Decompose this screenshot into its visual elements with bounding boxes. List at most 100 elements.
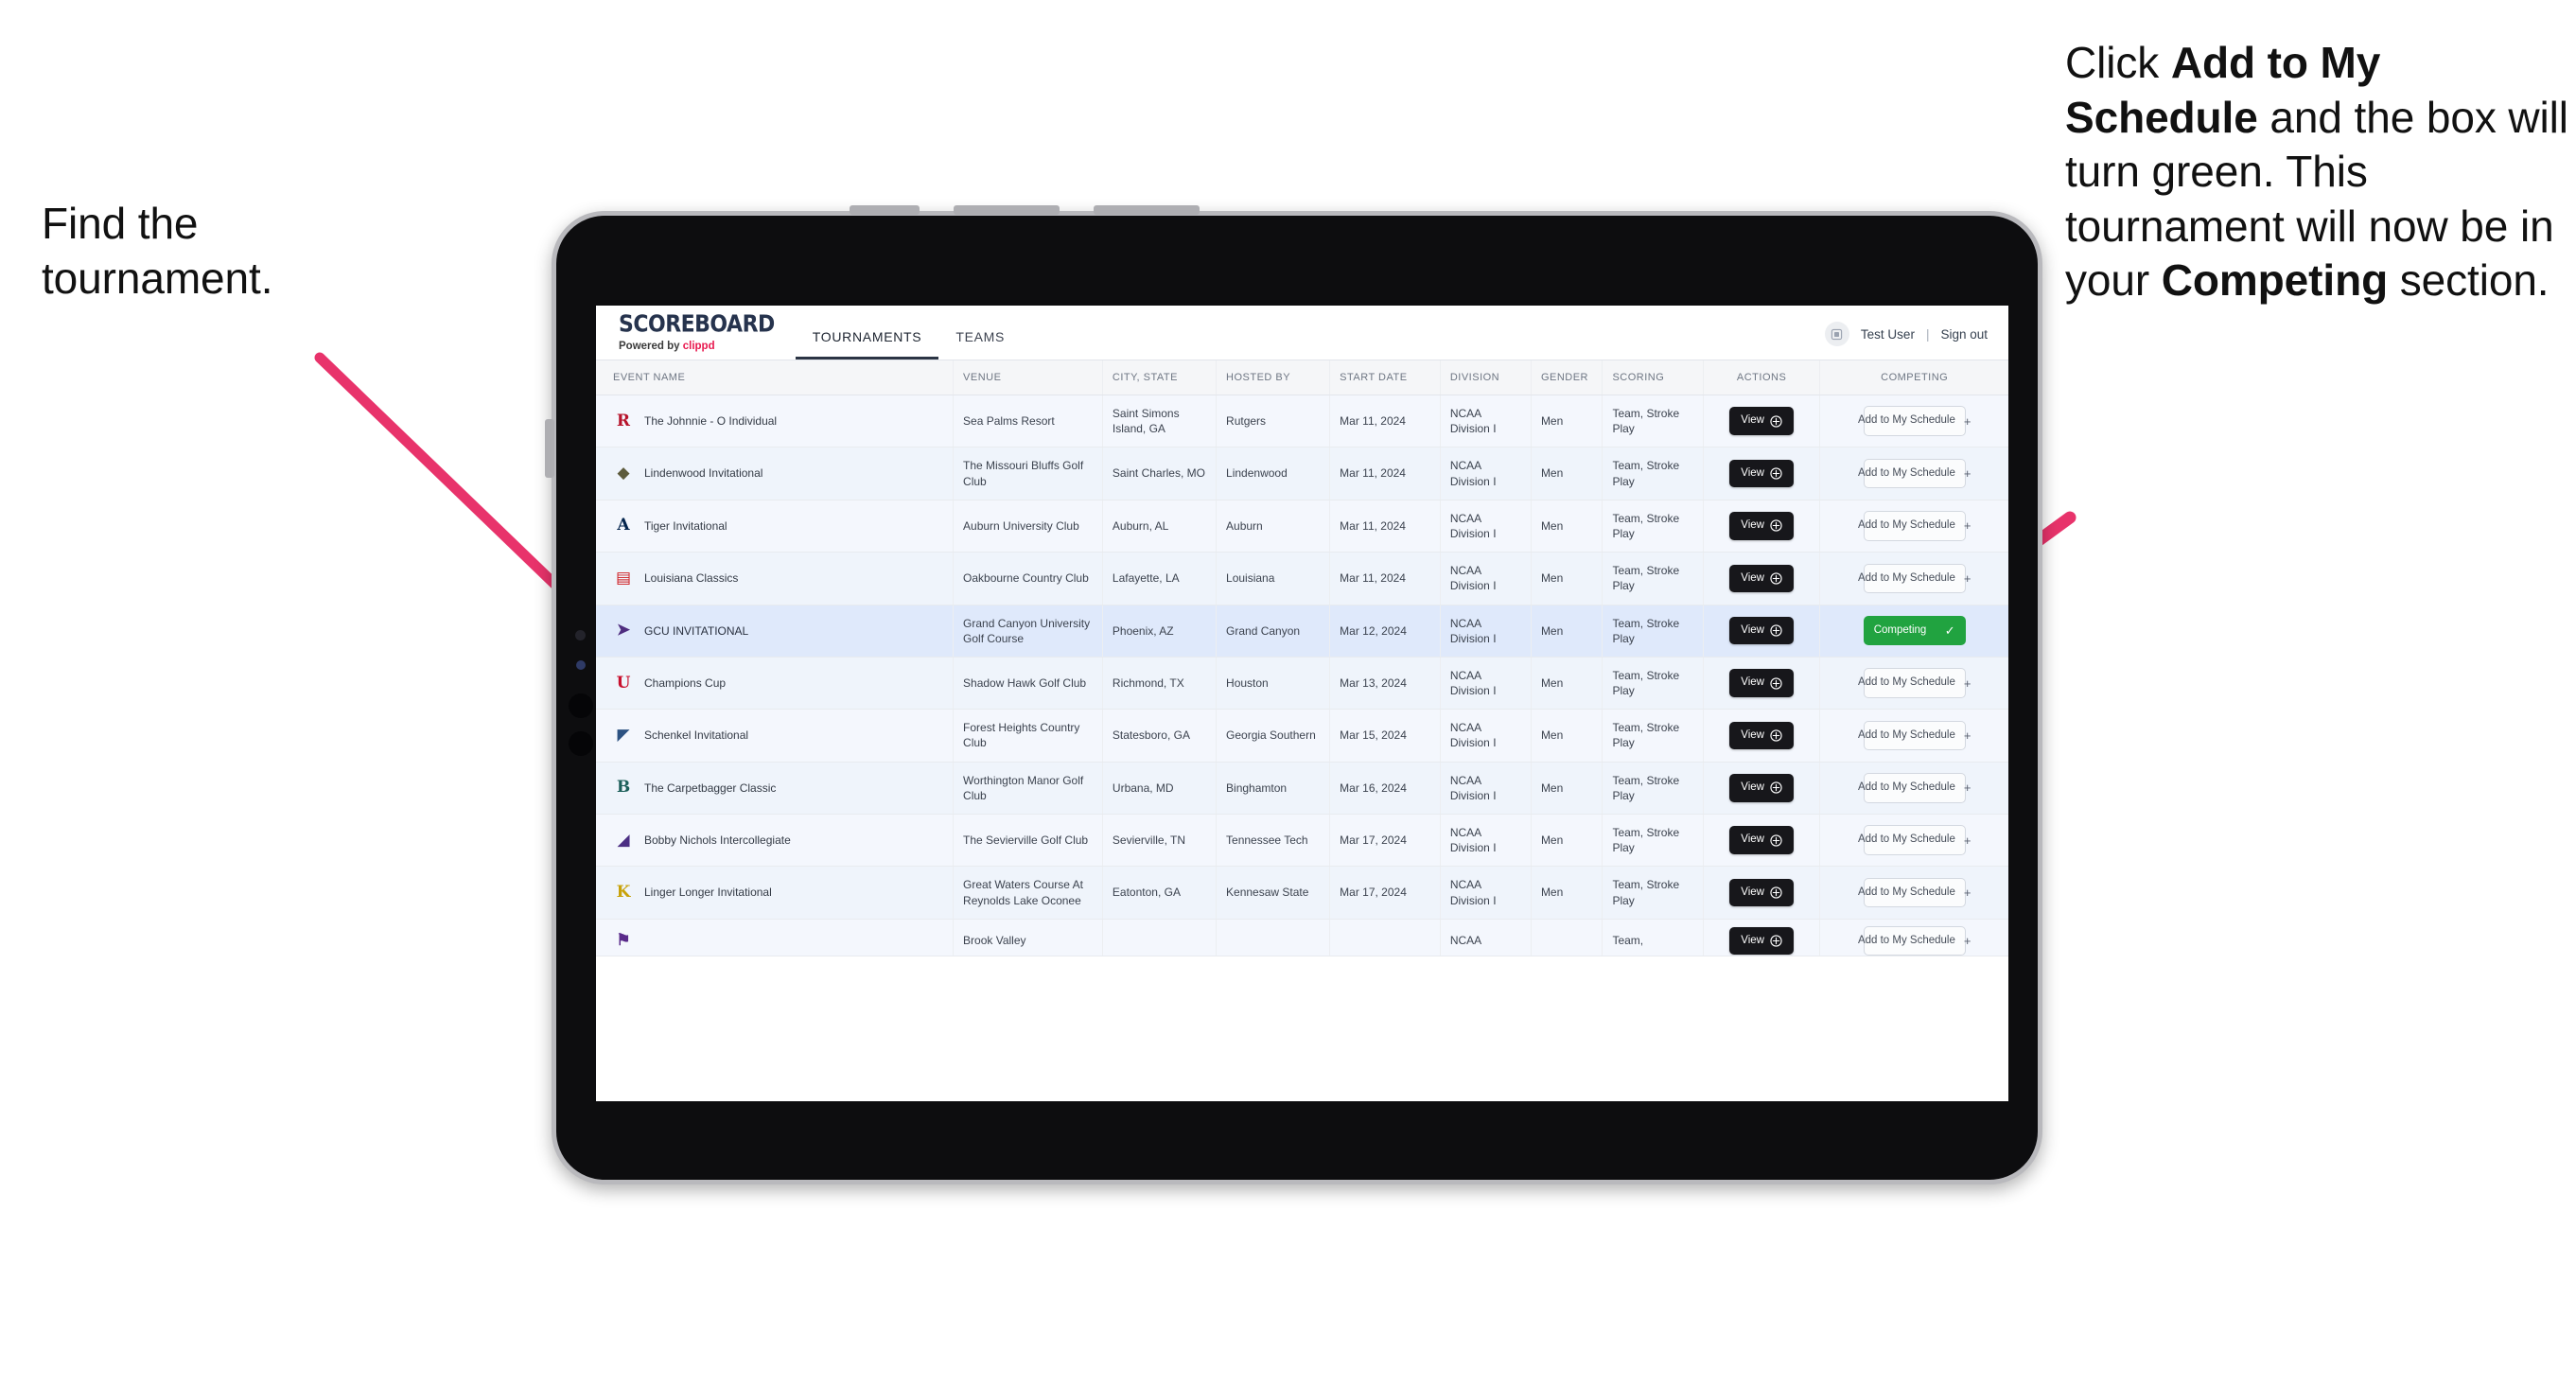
- device-button-side[interactable]: [545, 419, 554, 478]
- cell-event-name: ▤ Louisiana Classics: [596, 552, 955, 605]
- event-name-label: Schenkel Invitational: [644, 728, 749, 743]
- device-button-volume-up[interactable]: [954, 205, 1060, 215]
- event-name-label: GCU INVITATIONAL: [644, 623, 749, 638]
- table-row[interactable]: ◤ Schenkel Invitational Forest Heights Cou…: [596, 709, 2008, 763]
- cell-venue: The Missouri Bluffs Golf Club: [953, 447, 1103, 500]
- cell-start-date: Mar 16, 2024: [1329, 762, 1441, 816]
- cell-hosted-by: [1216, 919, 1331, 957]
- cell-venue: Oakbourne Country Club: [953, 552, 1103, 605]
- brand-logo[interactable]: SCOREBOARD Powered by clippd: [596, 312, 796, 360]
- event-name-cell-inner: ▤ Louisiana Classics: [613, 568, 943, 588]
- add-to-my-schedule-button[interactable]: Add to My Schedule +: [1858, 563, 1971, 594]
- cell-gender: Men: [1531, 395, 1603, 448]
- cell-city-state: Saint Charles, MO: [1102, 447, 1218, 500]
- view-button[interactable]: View: [1729, 826, 1794, 854]
- tournaments-table-scroll[interactable]: EVENT NAME VENUE CITY, STATE HOSTED BY S…: [596, 360, 2008, 1101]
- view-button[interactable]: View: [1729, 926, 1794, 956]
- table-row[interactable]: A Tiger Invitational Auburn University Clu…: [596, 500, 2008, 553]
- add-to-my-schedule-button[interactable]: Add to My Schedule +: [1858, 925, 1971, 956]
- cell-scoring: Team, Stroke Play: [1602, 605, 1704, 658]
- cell-venue: Grand Canyon University Golf Course: [953, 605, 1103, 658]
- view-button[interactable]: View: [1729, 774, 1794, 802]
- avatar-glyph-icon: [1831, 328, 1843, 340]
- cell-venue: Sea Palms Resort: [953, 395, 1103, 448]
- annotation-left-line1: Find the: [42, 199, 199, 248]
- cell-gender: Men: [1531, 605, 1603, 658]
- event-name-label: The Johnnie - O Individual: [644, 414, 778, 429]
- cell-start-date: Mar 15, 2024: [1329, 709, 1441, 763]
- add-to-my-schedule-button[interactable]: Add to My Schedule +: [1858, 773, 1971, 803]
- add-to-my-schedule-button[interactable]: Add to My Schedule +: [1858, 406, 1971, 436]
- add-to-my-schedule-label: Add to My Schedule: [1857, 886, 1955, 898]
- tab-teams[interactable]: TEAMS: [938, 329, 1022, 360]
- add-to-my-schedule-button[interactable]: Add to My Schedule +: [1858, 668, 1971, 698]
- cell-venue: Worthington Manor Golf Club: [953, 762, 1103, 816]
- view-button[interactable]: View: [1729, 564, 1794, 593]
- view-button[interactable]: View: [1729, 459, 1794, 488]
- col-start-date[interactable]: START DATE: [1329, 360, 1441, 395]
- brand-tagline: Powered by clippd: [619, 340, 775, 353]
- view-button[interactable]: View: [1729, 878, 1794, 907]
- event-name-label: Lindenwood Invitational: [644, 466, 763, 481]
- tab-tournaments[interactable]: TOURNAMENTS: [795, 329, 939, 360]
- cell-start-date: [1329, 919, 1441, 957]
- col-event-name[interactable]: EVENT NAME: [596, 360, 955, 395]
- cell-competing: Add to My Schedule +: [1819, 762, 2008, 816]
- brand-powered-prefix: Powered by: [619, 340, 683, 352]
- table-row[interactable]: U Champions Cup Shadow Hawk Golf Club Richm…: [596, 657, 2008, 711]
- cell-gender: [1531, 919, 1603, 957]
- cell-city-state: Eatonton, GA: [1102, 866, 1218, 920]
- plus-icon: +: [1963, 518, 1971, 534]
- table-row[interactable]: ⚑ Brook Valley NCAA Team, View Add to My Sche…: [596, 919, 2008, 957]
- cell-competing: Add to My Schedule +: [1819, 814, 2008, 868]
- col-division[interactable]: DIVISION: [1440, 360, 1532, 395]
- cell-start-date: Mar 13, 2024: [1329, 657, 1441, 711]
- add-to-my-schedule-button[interactable]: Add to My Schedule +: [1858, 511, 1971, 541]
- view-button[interactable]: View: [1729, 616, 1794, 645]
- view-button[interactable]: View: [1729, 669, 1794, 697]
- cell-city-state: Lafayette, LA: [1102, 552, 1218, 605]
- rutgers-logo-icon: R: [616, 411, 631, 430]
- cell-gender: Men: [1531, 814, 1603, 868]
- table-row[interactable]: K Linger Longer Invitational Great Waters …: [596, 866, 2008, 920]
- plus-circle-icon: [1770, 935, 1782, 947]
- col-venue[interactable]: VENUE: [953, 360, 1103, 395]
- view-button[interactable]: View: [1729, 407, 1794, 435]
- table-row[interactable]: ➤ GCU INVITATIONAL Grand Canyon University…: [596, 605, 2008, 658]
- col-city-state[interactable]: CITY, STATE: [1102, 360, 1218, 395]
- cell-division: NCAA Division I: [1440, 552, 1532, 605]
- col-gender[interactable]: GENDER: [1531, 360, 1603, 395]
- cell-division: NCAA Division I: [1440, 657, 1532, 711]
- view-button-label: View: [1741, 571, 1764, 584]
- user-avatar-icon[interactable]: [1824, 322, 1849, 346]
- view-button[interactable]: View: [1729, 512, 1794, 540]
- add-to-my-schedule-button[interactable]: Add to My Schedule +: [1858, 825, 1971, 855]
- view-button[interactable]: View: [1729, 721, 1794, 750]
- competing-button[interactable]: Competing ✓: [1863, 615, 1966, 646]
- competing-button-label: Competing: [1873, 623, 1927, 636]
- device-button-power[interactable]: [850, 205, 920, 215]
- cell-gender: Men: [1531, 657, 1603, 711]
- add-to-my-schedule-button[interactable]: Add to My Schedule +: [1858, 458, 1971, 489]
- brand-clippd: clippd: [682, 340, 715, 352]
- sign-out-link[interactable]: Sign out: [1940, 327, 1988, 342]
- col-scoring[interactable]: SCORING: [1602, 360, 1704, 395]
- event-name-cell-inner: ➤ GCU INVITATIONAL: [613, 621, 943, 641]
- device-camera-icon: [575, 630, 586, 640]
- device-button-volume-down[interactable]: [1094, 205, 1200, 215]
- table-row[interactable]: R The Johnnie - O Individual Sea Palms Res…: [596, 395, 2008, 448]
- cell-gender: Men: [1531, 866, 1603, 920]
- table-row[interactable]: ◆ Lindenwood Invitational The Missouri Blu…: [596, 447, 2008, 500]
- table-row[interactable]: ▤ Louisiana Classics Oakbourne Country Clu…: [596, 552, 2008, 605]
- cell-actions: View: [1703, 657, 1821, 711]
- plus-icon: +: [1963, 466, 1971, 482]
- col-competing: COMPETING: [1819, 360, 2008, 395]
- table-row[interactable]: ◢ Bobby Nichols Intercollegiate The Sevier…: [596, 814, 2008, 868]
- add-to-my-schedule-button[interactable]: Add to My Schedule +: [1858, 877, 1971, 908]
- cell-city-state: [1102, 919, 1218, 957]
- add-to-my-schedule-button[interactable]: Add to My Schedule +: [1858, 720, 1971, 751]
- device-sensor-icon: [576, 660, 586, 670]
- col-hosted-by[interactable]: HOSTED BY: [1216, 360, 1331, 395]
- table-row[interactable]: B The Carpetbagger Classic Worthington Man…: [596, 762, 2008, 816]
- cell-actions: View: [1703, 605, 1821, 658]
